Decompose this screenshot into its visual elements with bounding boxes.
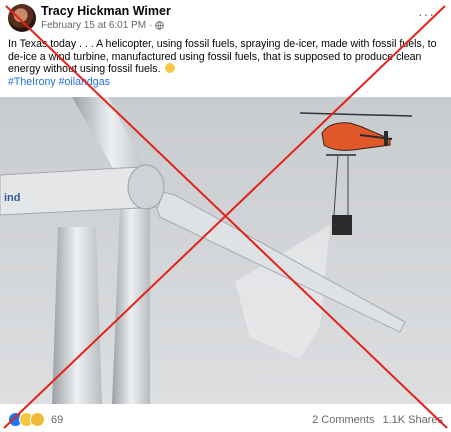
meta-separator: · — [149, 20, 153, 31]
comments-count[interactable]: 2 Comments — [312, 414, 374, 426]
more-options-icon[interactable]: ··· — [418, 6, 435, 22]
globe-icon — [155, 21, 165, 30]
shares-count[interactable]: 1.1K Shares — [382, 414, 443, 426]
post-text: In Texas today . . . A helicopter, using… — [8, 38, 437, 76]
post-hashtags[interactable]: #TheIrony #oilandgas — [8, 76, 440, 89]
avatar[interactable] — [8, 4, 36, 32]
wind-turbine-helicopter-photo: ind — [0, 97, 451, 404]
reactions[interactable]: 69 — [8, 412, 63, 427]
de-icer-bucket — [332, 215, 352, 235]
reaction-count[interactable]: 69 — [51, 414, 63, 426]
post-date[interactable]: February 15 at 6:01 PM — [41, 20, 146, 31]
post-footer: 69 2 Comments 1.1K Shares — [0, 404, 451, 432]
wow-reaction-icon — [30, 412, 45, 427]
turbine-hub — [127, 164, 165, 210]
post-meta: February 15 at 6:01 PM · — [41, 20, 165, 31]
turbine-tower — [52, 227, 102, 404]
turbine-brand: ind — [4, 192, 21, 204]
post-header: Tracy Hickman Wimer February 15 at 6:01 … — [0, 0, 451, 36]
thinking-emoji-icon — [165, 63, 176, 74]
post-stats: 2 Comments 1.1K Shares — [312, 414, 443, 426]
author-name[interactable]: Tracy Hickman Wimer — [41, 4, 171, 18]
post-photo[interactable]: ind — [0, 97, 451, 404]
post-body: In Texas today . . . A helicopter, using… — [8, 38, 440, 89]
